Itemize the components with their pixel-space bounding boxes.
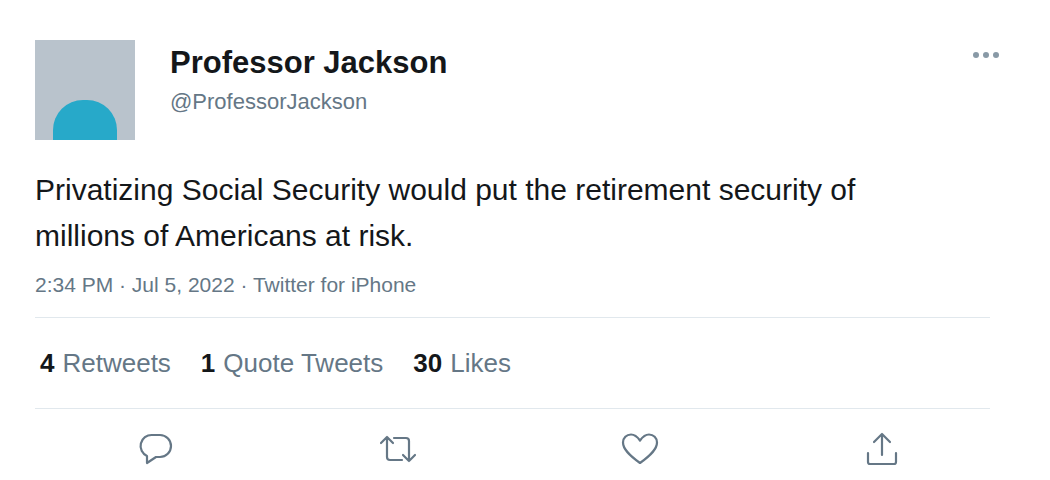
stat-label: Quote Tweets [223,347,383,379]
reply-button[interactable] [136,431,176,467]
divider [35,317,990,318]
stat-label: Retweets [62,347,170,379]
action-cell [35,431,277,467]
stat-item[interactable]: 1Quote Tweets [201,347,383,379]
retweet-icon[interactable] [378,432,418,466]
user-names: Professor Jackson @ProfessorJackson [170,44,447,116]
like-icon[interactable] [621,432,659,466]
more-icon[interactable] [972,51,1000,59]
stat-count: 1 [201,347,215,379]
share-button[interactable] [862,431,902,467]
action-cell [519,431,761,467]
stats-row: 4Retweets 1Quote Tweets 30Likes [35,318,990,408]
avatar-body [53,100,117,140]
stat-item[interactable]: 4Retweets [40,347,171,379]
retweet-button[interactable] [378,431,418,467]
divider [35,408,990,409]
action-cell [761,431,1003,467]
user-handle[interactable]: @ProfessorJackson [170,88,447,116]
display-name[interactable]: Professor Jackson [170,44,447,82]
avatar-photo[interactable] [35,40,135,140]
stat-item[interactable]: 30Likes [413,347,511,379]
stat-label: Likes [450,347,511,379]
stat-count: 4 [40,347,54,379]
reply-icon[interactable] [138,432,174,466]
avatar-figure [35,40,135,140]
share-icon[interactable] [864,431,900,467]
action-bar [35,409,1003,467]
tweet-header: Professor Jackson @ProfessorJackson [35,0,990,140]
tweet-timestamp[interactable]: 2:34 PM · Jul 5, 2022 · Twitter for iPho… [35,272,990,298]
tweet-text: Privatizing Social Security would put th… [35,167,915,259]
like-button[interactable] [620,431,660,467]
action-cell [277,431,519,467]
stat-count: 30 [413,347,442,379]
more-button[interactable] [972,48,1002,62]
